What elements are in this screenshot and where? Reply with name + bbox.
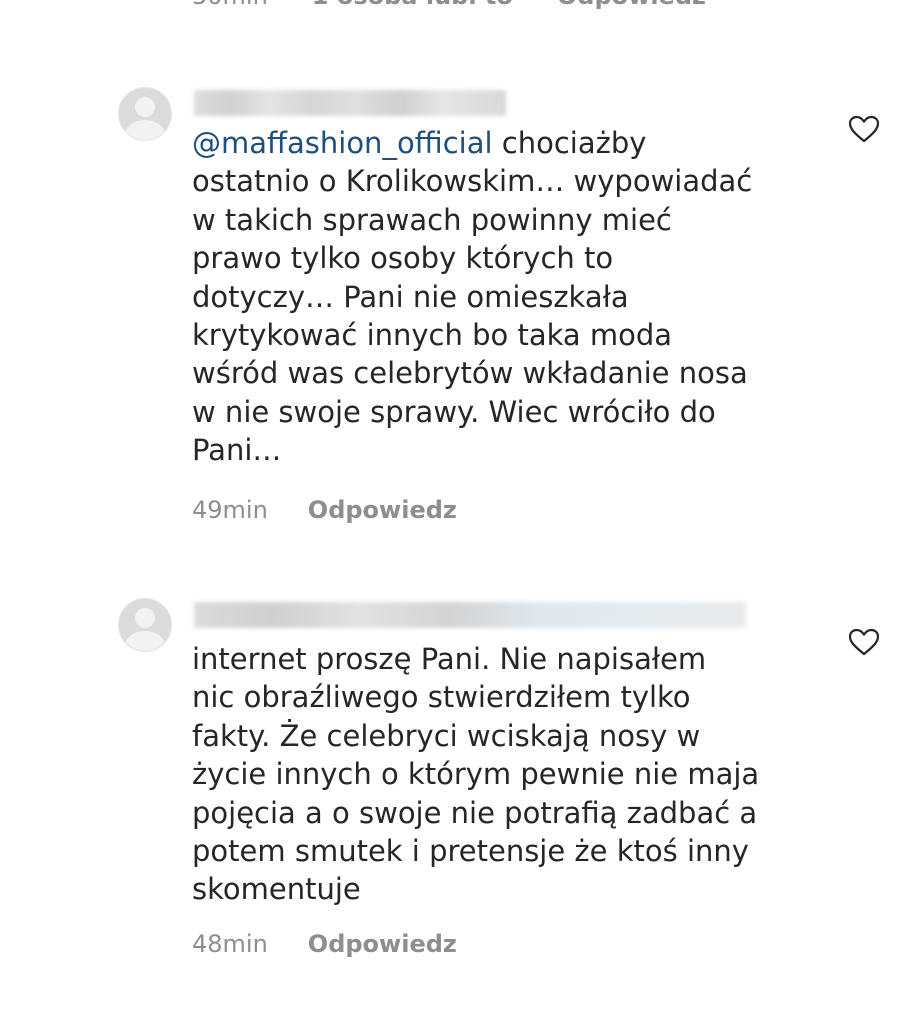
- previous-comment-time: 50min: [192, 0, 268, 12]
- comment-line: życie innych o którym pewnie nie maja: [192, 757, 760, 792]
- comment-line: dotyczy… Pani nie omieszkała: [192, 279, 629, 314]
- comment-line: fakty. Że celebryci wciskają nosy w: [192, 718, 701, 753]
- previous-comment-meta: 50min 1 osoba lubi to Odpowiedz: [192, 0, 706, 12]
- comment-line: internet proszę Pani. Nie napisałem: [192, 642, 707, 676]
- comment-line: w takich sprawach powinny mieć: [192, 202, 672, 237]
- default-avatar-icon: [135, 97, 155, 117]
- previous-comment-likes[interactable]: 1 osoba lubi to: [312, 0, 513, 12]
- comment-text: @maffashion_official chociażby ostatnio …: [192, 124, 832, 470]
- reply-button[interactable]: Odpowiedz: [308, 930, 457, 958]
- mention-link[interactable]: @maffashion_official: [192, 126, 493, 160]
- comment-line: wśród was celebrytów wkładanie nosa: [192, 356, 748, 391]
- avatar[interactable]: [118, 598, 172, 652]
- heart-outline-icon[interactable]: [848, 115, 880, 143]
- previous-comment-reply-button[interactable]: Odpowiedz: [557, 0, 706, 12]
- comment-line: pojęcia a o swoje nie potrafią zadbać a: [192, 795, 758, 830]
- comment-line: w nie swoje sprawy. Wiec wróciło do: [192, 394, 716, 429]
- comment-text: internet proszę Pani. Nie napisałem nic …: [192, 640, 832, 909]
- comment-meta: 48min Odpowiedz: [192, 930, 457, 958]
- comment-meta: 49min Odpowiedz: [192, 496, 457, 524]
- comment-time: 49min: [192, 496, 268, 524]
- username-redacted[interactable]: [194, 602, 746, 628]
- comment-line: chociażby: [492, 126, 647, 160]
- comment-line: prawo tylko osoby których to: [192, 241, 614, 276]
- comment-line: nic obraźliwego stwierdziłem tylko: [192, 680, 691, 715]
- comment-line: krytykować innych bo taka moda: [192, 318, 673, 353]
- default-avatar-icon: [135, 608, 155, 628]
- comment-line: ostatnio o Krolikowskim… wypowiadać: [192, 164, 753, 199]
- comment-line: Pani…: [192, 433, 282, 468]
- comment-line: skomentuje: [192, 872, 361, 907]
- username-redacted[interactable]: [194, 90, 506, 116]
- reply-button[interactable]: Odpowiedz: [308, 496, 457, 524]
- comment-line: potem smutek i pretensje że ktoś inny: [192, 834, 749, 869]
- comment-time: 48min: [192, 930, 268, 958]
- avatar[interactable]: [118, 87, 172, 141]
- heart-outline-icon[interactable]: [848, 628, 880, 656]
